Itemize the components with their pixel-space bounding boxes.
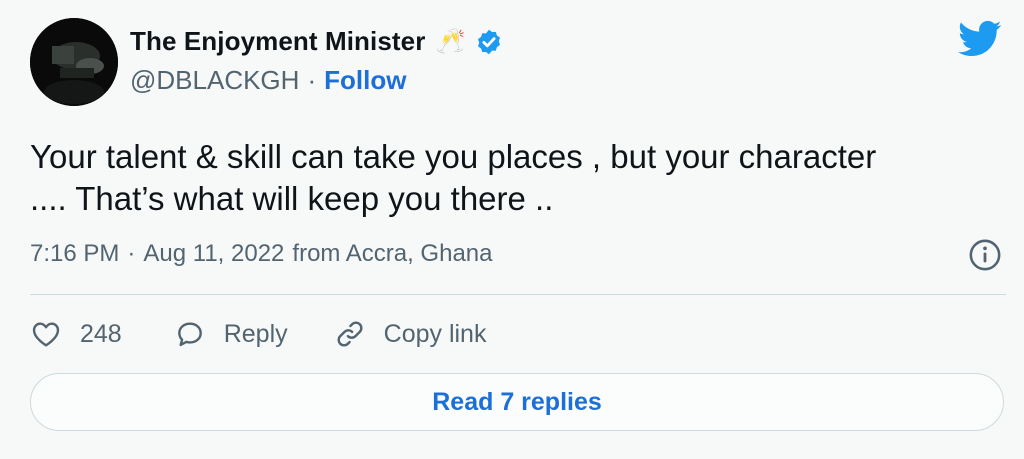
tweet-embed-card: The Enjoyment Minister 🥂 @DBLACKGH · Fol… bbox=[0, 0, 1024, 459]
action-bar: 248 Reply Copy link bbox=[30, 314, 486, 354]
tweet-date[interactable]: Aug 11, 2022 bbox=[143, 240, 284, 268]
separator: · bbox=[307, 65, 317, 95]
like-button[interactable]: 248 bbox=[30, 318, 122, 350]
tweet-time[interactable]: 7:16 PM bbox=[30, 240, 119, 268]
handle[interactable]: @DBLACKGH bbox=[130, 65, 299, 96]
verified-badge-icon bbox=[475, 28, 503, 56]
emoji: 🥂 bbox=[435, 28, 466, 55]
follow-link[interactable]: Follow bbox=[324, 65, 406, 96]
tweet-meta: 7:16 PM · Aug 11, 2022 from Accra, Ghana bbox=[30, 240, 493, 268]
like-count: 248 bbox=[80, 319, 122, 348]
tweet-location: from Accra, Ghana bbox=[292, 240, 493, 267]
meta-separator: · bbox=[127, 240, 136, 267]
reply-label: Reply bbox=[223, 319, 288, 348]
link-icon bbox=[334, 318, 366, 350]
heart-icon bbox=[30, 318, 62, 350]
display-name[interactable]: The Enjoyment Minister bbox=[130, 26, 425, 57]
read-replies-button[interactable]: Read 7 replies bbox=[30, 373, 1004, 431]
info-icon[interactable] bbox=[968, 238, 1002, 272]
handle-row: @DBLACKGH · Follow bbox=[130, 65, 406, 96]
tweet-text: Your talent & skill can take you places … bbox=[30, 138, 877, 217]
copy-link-label: Copy link bbox=[383, 319, 487, 348]
reply-icon bbox=[174, 318, 206, 350]
copy-link-button[interactable]: Copy link bbox=[334, 318, 487, 350]
author-name-row: The Enjoyment Minister 🥂 bbox=[130, 26, 503, 57]
avatar[interactable] bbox=[30, 18, 118, 106]
reply-button[interactable]: Reply bbox=[174, 318, 288, 350]
divider bbox=[30, 294, 1006, 295]
twitter-logo-icon[interactable] bbox=[958, 20, 1002, 58]
